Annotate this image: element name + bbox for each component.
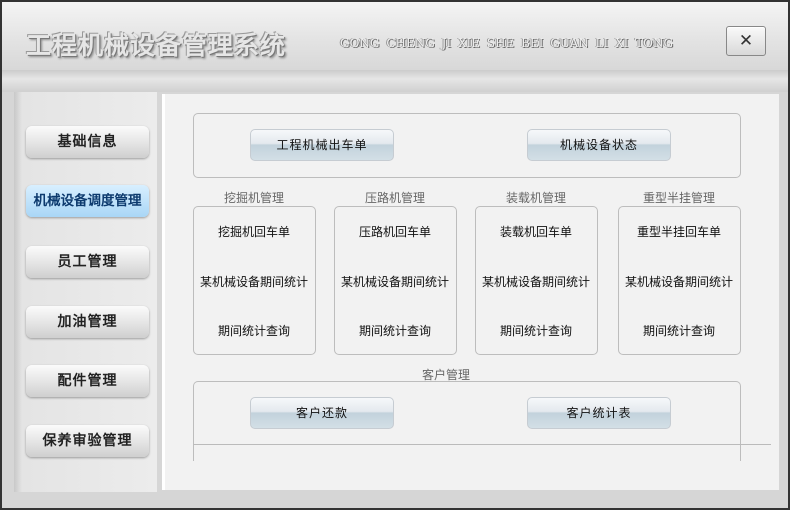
- app-title: 工程机械设备管理系统: [26, 31, 287, 60]
- title-bar: 工程机械设备管理系统 GONG CHENG JI XIE SHE BEI GUA…: [2, 2, 788, 70]
- loader-period-stats-link[interactable]: 某机械设备期间统计: [476, 273, 596, 290]
- roller-group-title: 压路机管理: [364, 191, 425, 205]
- excavator-group-title: 挖掘机管理: [223, 191, 284, 205]
- loader-group: 装载机回车单 某机械设备期间统计 期间统计查询: [475, 206, 598, 355]
- trailer-period-query-link[interactable]: 期间统计查询: [619, 322, 739, 339]
- close-icon: ✕: [738, 31, 754, 51]
- dispatch-order-button[interactable]: 工程机械出车单: [250, 129, 394, 161]
- loader-return-link[interactable]: 装载机回车单: [476, 223, 596, 240]
- roller-return-link[interactable]: 压路机回车单: [335, 223, 455, 240]
- trailer-group: 重型半挂回车单 某机械设备期间统计 期间统计查询: [618, 206, 741, 355]
- close-button[interactable]: ✕: [726, 26, 766, 56]
- sidebar-item-maintenance[interactable]: 保养审验管理: [26, 425, 149, 457]
- sidebar-item-fuel[interactable]: 加油管理: [26, 306, 149, 338]
- loader-period-query-link[interactable]: 期间统计查询: [476, 322, 596, 339]
- customer-repayment-button[interactable]: 客户还款: [250, 397, 394, 429]
- excavator-return-link[interactable]: 挖掘机回车单: [194, 223, 314, 240]
- trailer-group-title: 重型半挂管理: [642, 191, 715, 205]
- header-band: [2, 70, 788, 92]
- trailer-return-link[interactable]: 重型半挂回车单: [619, 223, 739, 240]
- sidebar-item-parts[interactable]: 配件管理: [26, 365, 149, 397]
- roller-group: 压路机回车单 某机械设备期间统计 期间统计查询: [334, 206, 457, 355]
- sidebar-item-dispatch[interactable]: 机械设备调度管理: [26, 185, 149, 217]
- excavator-group: 挖掘机回车单 某机械设备期间统计 期间统计查询: [193, 206, 316, 355]
- customer-stats-button[interactable]: 客户统计表: [527, 397, 671, 429]
- divider: [193, 444, 771, 445]
- excavator-period-stats-link[interactable]: 某机械设备期间统计: [194, 273, 314, 290]
- trailer-period-stats-link[interactable]: 某机械设备期间统计: [619, 273, 739, 290]
- sidebar-item-basic-info[interactable]: 基础信息: [26, 126, 149, 158]
- sidebar: 基础信息 机械设备调度管理 员工管理 加油管理 配件管理 保养审验管理: [14, 92, 157, 492]
- app-subtitle: GONG CHENG JI XIE SHE BEI GUAN LI XI TON…: [340, 36, 674, 50]
- loader-group-title: 装载机管理: [505, 191, 566, 205]
- equipment-status-button[interactable]: 机械设备状态: [527, 129, 671, 161]
- sidebar-item-staff[interactable]: 员工管理: [26, 246, 149, 278]
- excavator-period-query-link[interactable]: 期间统计查询: [194, 322, 314, 339]
- roller-period-stats-link[interactable]: 某机械设备期间统计: [335, 273, 455, 290]
- roller-period-query-link[interactable]: 期间统计查询: [335, 322, 455, 339]
